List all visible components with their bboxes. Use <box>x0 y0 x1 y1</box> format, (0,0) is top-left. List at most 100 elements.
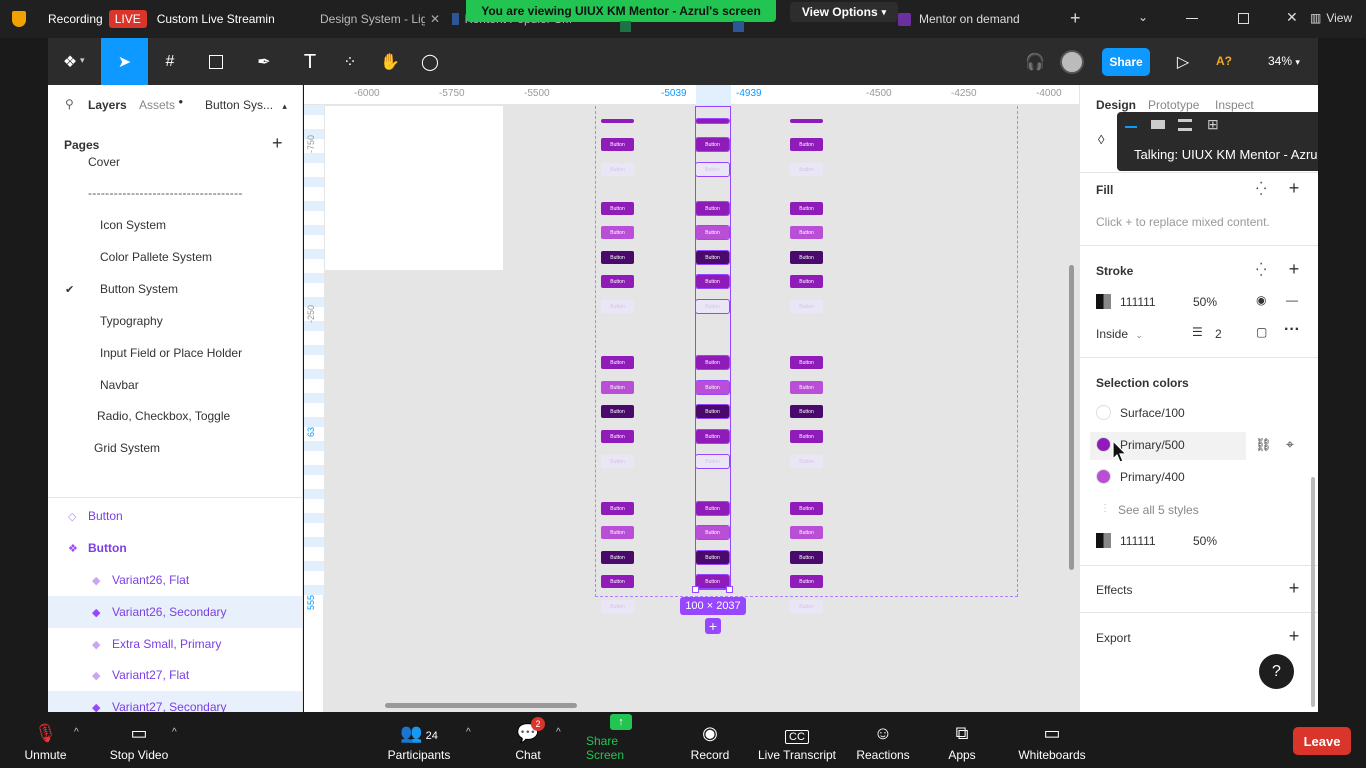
button-variant[interactable]: Button <box>790 381 823 394</box>
stop-video-button[interactable]: ▭ Stop Video <box>104 713 174 768</box>
button-variant[interactable]: Button <box>601 502 634 515</box>
layer-item[interactable]: ◆ Variant26, Secondary <box>48 596 302 628</box>
button-variant[interactable]: Button <box>695 355 730 370</box>
button-variant[interactable]: Button <box>601 381 634 394</box>
apps-button[interactable]: ⧉ Apps <box>942 713 982 768</box>
button-variant[interactable]: Button <box>601 430 634 443</box>
button-variant[interactable]: Button <box>601 138 634 151</box>
stroke-weight-value[interactable]: 2 <box>1215 327 1222 341</box>
button-variant[interactable]: Button <box>790 455 823 468</box>
eye-icon[interactable]: ◉ <box>1256 293 1266 307</box>
button-variant[interactable]: Button <box>695 137 730 152</box>
browser-tab[interactable]: Recording LIVE Custom Live Streaming Ser… <box>44 0 274 38</box>
pen-tool-icon[interactable]: ✒ <box>252 50 276 74</box>
button-variant[interactable]: Button <box>790 202 823 215</box>
button-variant[interactable]: Button <box>695 162 730 177</box>
tab-prototype[interactable]: Prototype <box>1148 98 1199 112</box>
browser-tab[interactable] <box>733 14 793 38</box>
button-variant[interactable]: Button <box>790 251 823 264</box>
hand-tool-icon[interactable]: ✋ <box>378 50 402 74</box>
button-variant[interactable]: Button <box>790 226 823 239</box>
tab-inspect[interactable]: Inspect <box>1215 98 1254 112</box>
stroke-swatch[interactable] <box>1096 294 1111 309</box>
button-variant[interactable]: Button <box>695 225 730 240</box>
chevron-up-icon[interactable]: ^ <box>74 727 79 738</box>
chevron-up-icon[interactable]: ^ <box>172 727 177 738</box>
button-variant[interactable]: Button <box>790 163 823 176</box>
button-variant[interactable]: Button <box>790 551 823 564</box>
button-variant[interactable]: Button <box>790 526 823 539</box>
chevron-up-icon[interactable]: ^ <box>466 727 471 738</box>
chevron-down-icon[interactable]: ⌄ <box>1138 10 1148 24</box>
canvas[interactable]: -6000 -5750 -5500 -5039 -4939 -4500 -425… <box>304 85 1079 712</box>
button-variant[interactable] <box>601 119 634 123</box>
grid-icon[interactable]: ⊞ <box>1207 116 1219 133</box>
page-item[interactable]: Input Field or Place Holder <box>48 345 302 361</box>
panel-scrollbar[interactable] <box>1311 477 1315 707</box>
share-button[interactable]: Share <box>1102 48 1150 76</box>
new-tab-icon[interactable]: + <box>1070 8 1081 29</box>
button-variant[interactable]: Button <box>601 251 634 264</box>
layer-item[interactable]: ◆ Variant26, Flat <box>48 564 302 596</box>
more-icon[interactable]: ··· <box>1284 321 1300 339</box>
button-variant[interactable]: Button <box>695 574 730 589</box>
add-variant-button[interactable]: + <box>705 618 721 634</box>
resize-handle[interactable] <box>726 586 733 593</box>
target-icon[interactable]: ⌖ <box>1286 436 1294 453</box>
stroke-color-value[interactable]: 111111 <box>1120 295 1156 309</box>
page-item[interactable]: Color Pallete System <box>48 249 302 265</box>
button-variant[interactable]: Button <box>790 600 823 613</box>
layer-item[interactable]: ◆ Extra Small, Primary <box>48 628 302 660</box>
color-swatch[interactable] <box>1096 405 1111 420</box>
stroke-opacity-value[interactable]: 50% <box>1193 295 1217 309</box>
button-variant[interactable]: Button <box>601 575 634 588</box>
button-variant[interactable]: Button <box>790 138 823 151</box>
styles-icon[interactable]: ⁛ <box>1256 262 1266 278</box>
detach-icon[interactable]: ⛓ <box>1255 437 1272 453</box>
page-item[interactable]: Navbar <box>48 377 302 393</box>
close-icon[interactable]: ✕ <box>430 12 440 26</box>
add-effect-icon[interactable]: + <box>1286 578 1302 599</box>
button-variant[interactable]: Button <box>695 299 730 314</box>
zoom-dropdown[interactable]: 34% ▾ <box>1268 54 1300 68</box>
tab-assets[interactable]: Assets ● <box>139 97 183 112</box>
restore-icon[interactable] <box>1238 13 1249 24</box>
individual-strokes-icon[interactable]: ▢ <box>1256 325 1267 339</box>
accessibility-button[interactable]: A? <box>1216 54 1232 68</box>
figma-menu-icon[interactable]: ❖ <box>58 50 82 74</box>
add-stroke-icon[interactable]: + <box>1286 259 1302 280</box>
button-variant[interactable]: Button <box>790 405 823 418</box>
vertical-scrollbar[interactable] <box>1069 265 1074 570</box>
tab-layers[interactable]: Layers <box>88 98 127 112</box>
add-fill-icon[interactable]: + <box>1286 178 1302 199</box>
comment-tool-icon[interactable]: ◯ <box>418 50 442 74</box>
layer-item[interactable]: ◇ Button <box>48 500 302 532</box>
button-variant[interactable]: Button <box>601 405 634 418</box>
move-tool-button[interactable]: ➤ <box>101 38 148 85</box>
layer-item[interactable]: ◆ Variant27, Flat <box>48 659 302 691</box>
minimize-icon[interactable] <box>1186 18 1198 19</box>
button-variant[interactable] <box>790 119 823 123</box>
add-export-icon[interactable]: + <box>1286 626 1302 647</box>
page-item[interactable]: Typography <box>48 313 302 329</box>
unmute-button[interactable]: 🎙 Unmute <box>18 713 73 768</box>
button-variant[interactable]: Button <box>790 356 823 369</box>
selection-color-row[interactable]: Surface/100 <box>1096 405 1246 421</box>
button-variant[interactable]: Button <box>695 525 730 540</box>
record-button[interactable]: ◉ Record <box>688 713 732 768</box>
help-button[interactable]: ? <box>1259 654 1294 689</box>
page-item[interactable]: ------------------------------------ <box>48 185 302 201</box>
button-variant[interactable]: Button <box>790 502 823 515</box>
button-variant[interactable]: Button <box>601 202 634 215</box>
button-variant[interactable] <box>695 118 730 124</box>
button-variant[interactable]: Button <box>601 526 634 539</box>
resize-handle[interactable] <box>692 586 699 593</box>
button-variant[interactable]: Button <box>695 550 730 565</box>
close-icon[interactable]: ✕ <box>1286 9 1298 26</box>
leave-button[interactable]: Leave <box>1293 727 1351 755</box>
layout-icon[interactable] <box>1151 120 1165 129</box>
button-variant[interactable]: Button <box>601 600 634 613</box>
layout-icon[interactable] <box>1178 119 1192 131</box>
button-variant[interactable]: Button <box>790 575 823 588</box>
stroke-position-dropdown[interactable]: Inside ⌄ <box>1096 327 1143 341</box>
